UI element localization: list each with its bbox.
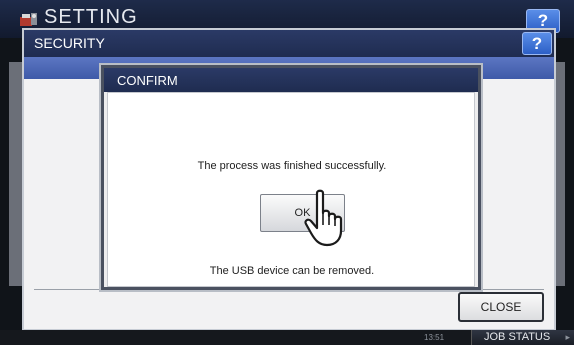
setting-app-icon xyxy=(20,13,37,26)
dialog-body: The process was finished successfully. O… xyxy=(107,92,475,287)
app-title: SETTING xyxy=(44,6,138,28)
clock-time: 13:51 xyxy=(424,333,445,342)
window-title-bar: SECURITY ? xyxy=(24,30,554,57)
close-button[interactable]: CLOSE xyxy=(458,292,544,322)
dialog-title: CONFIRM xyxy=(117,73,178,88)
window-title: SECURITY xyxy=(34,35,105,51)
job-status-button[interactable]: JOB STATUS ▸ xyxy=(471,330,574,345)
job-status-label: JOB STATUS xyxy=(484,331,551,343)
dialog-title-bar: CONFIRM xyxy=(104,68,478,92)
help-button[interactable]: ? xyxy=(522,32,552,55)
dialog-note: The USB device can be removed. xyxy=(209,265,375,277)
dimmed-background-left xyxy=(9,62,22,286)
confirm-dialog: CONFIRM The process was finished success… xyxy=(101,65,481,290)
job-status-arrow-icon: ▸ xyxy=(565,332,570,342)
dialog-message: The process was finished successfully. xyxy=(197,160,387,172)
dimmed-background-right xyxy=(556,62,565,286)
hand-pointer-icon xyxy=(304,189,343,247)
